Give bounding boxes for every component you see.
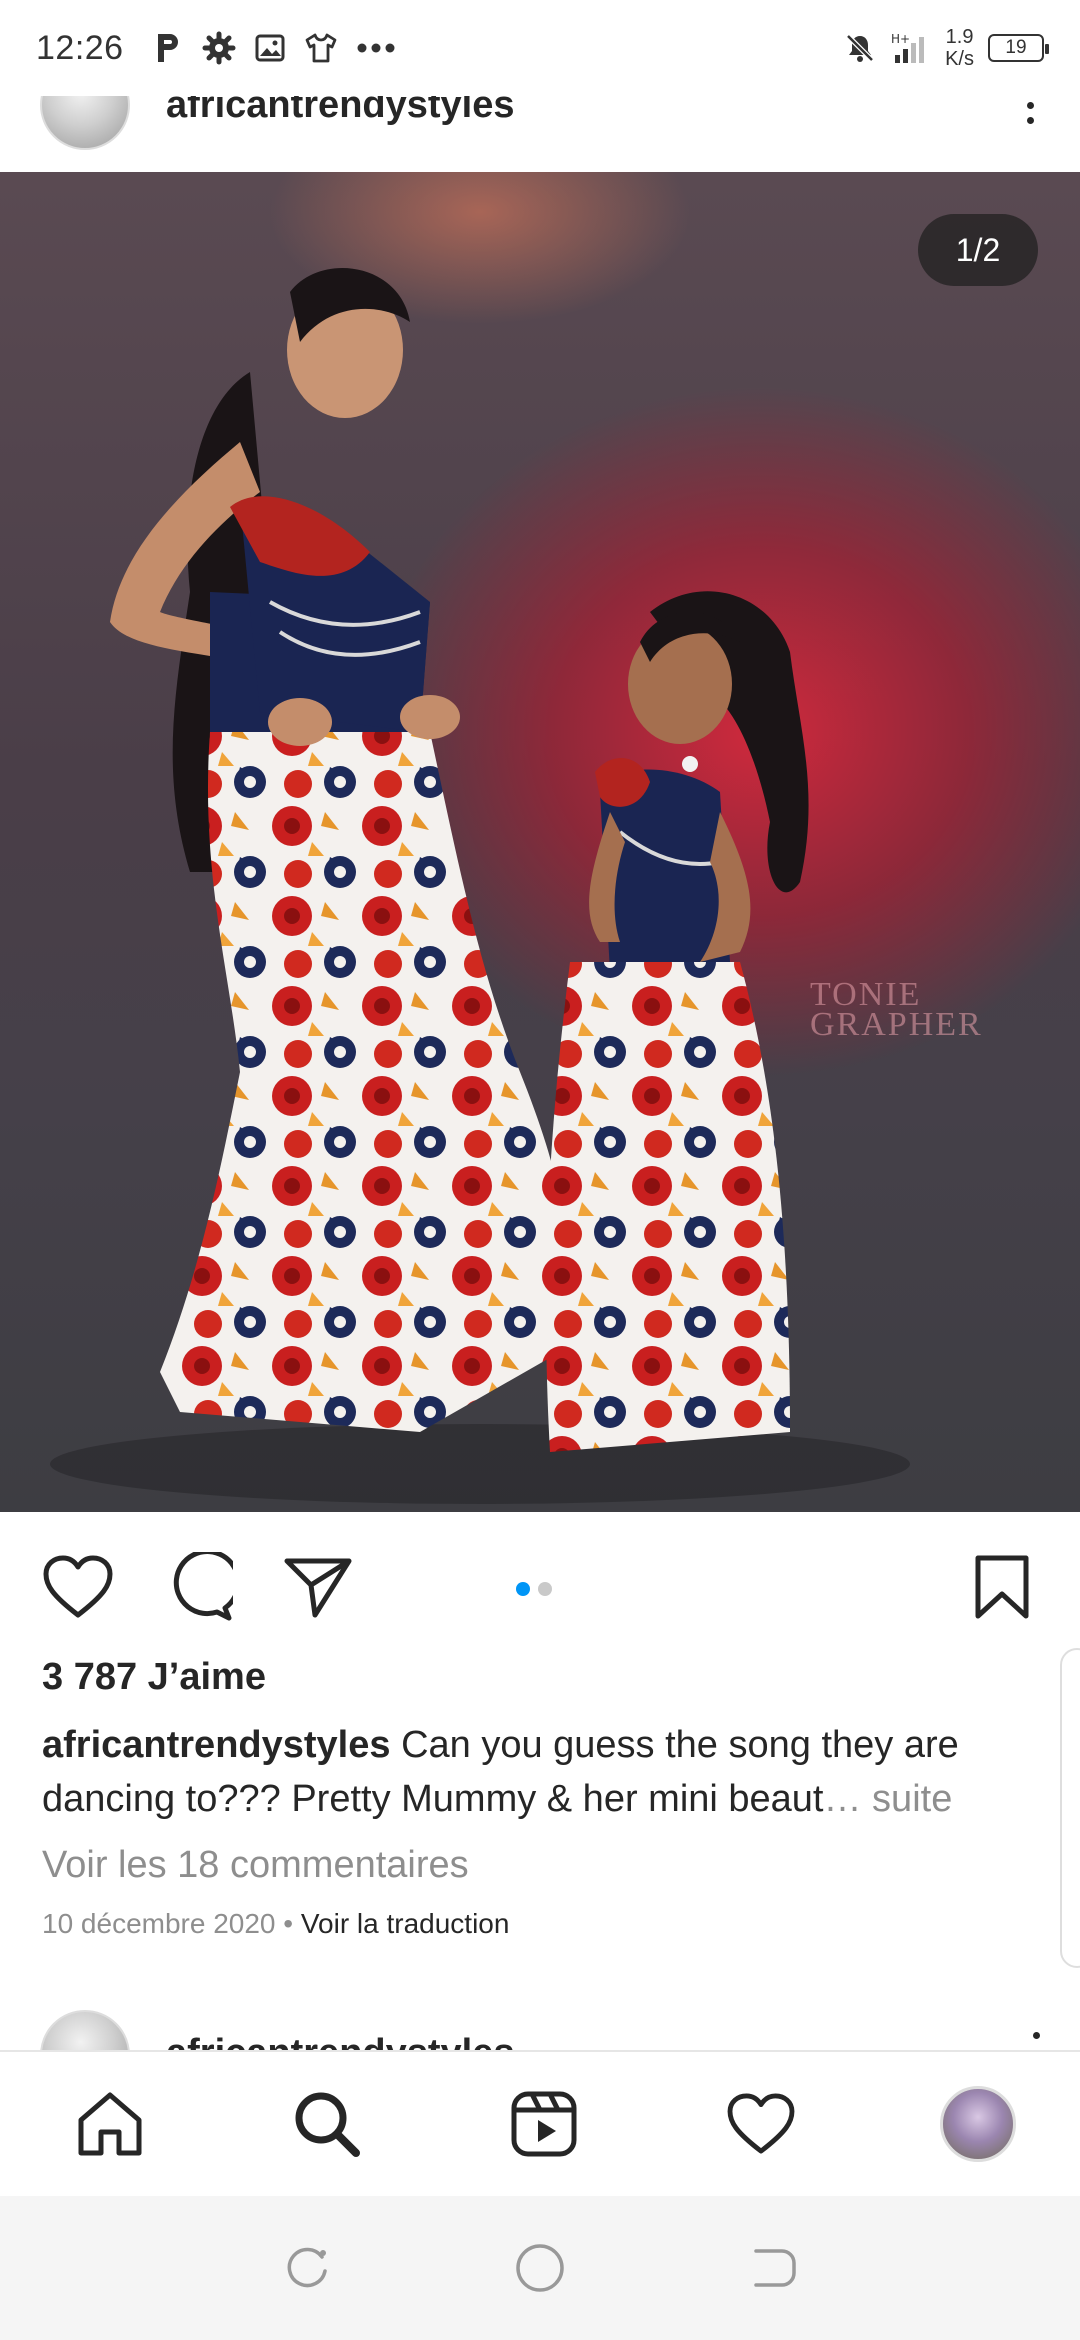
battery-indicator: 19	[988, 34, 1049, 62]
network-speed-value: 1.9	[945, 26, 974, 48]
gallery-icon	[255, 34, 285, 62]
next-post-header: africantrendystyles	[0, 2010, 1080, 2050]
nav-profile[interactable]	[938, 2084, 1018, 2164]
post-caption: africantrendystyles Can you guess the so…	[42, 1718, 1042, 1826]
gear-icon	[202, 31, 236, 65]
network-speed-unit: K/s	[945, 48, 974, 70]
back-icon	[754, 2249, 797, 2287]
more-horizontal-icon	[357, 43, 395, 53]
send-icon	[284, 1558, 352, 1618]
post-actions	[0, 1512, 1080, 1662]
carousel-dot-active	[516, 1582, 530, 1596]
comment-button[interactable]	[160, 1549, 236, 1625]
signal-icon: H+	[891, 32, 925, 63]
search-icon	[295, 2092, 360, 2157]
status-time: 12:26	[36, 28, 124, 67]
post-photo-illustration	[50, 268, 910, 1504]
caption-more-link[interactable]: … suite	[824, 1778, 953, 1820]
svg-text:H+: H+	[891, 32, 910, 46]
nav-search[interactable]	[287, 2084, 367, 2164]
image-counter: 1/2	[918, 214, 1038, 286]
home-icon	[78, 2092, 142, 2156]
home-system-button[interactable]	[510, 2238, 570, 2298]
photographer-watermark: TONIE GRAPHER	[810, 978, 983, 1043]
comment-icon	[173, 1552, 233, 1621]
network-speed: 1.9 K/s	[945, 26, 974, 70]
recent-apps-icon	[287, 2247, 327, 2288]
post-image[interactable]: 1/2 TONIE GRAPHER	[0, 172, 1080, 1512]
like-button[interactable]	[40, 1549, 116, 1625]
heart-icon	[727, 2093, 795, 2154]
likes-count[interactable]: 3 787 J’aime	[42, 1656, 266, 1699]
back-system-button[interactable]	[743, 2238, 803, 2298]
recent-apps-button[interactable]	[277, 2238, 337, 2298]
view-comments-link[interactable]: Voir les 18 commentaires	[42, 1844, 469, 1887]
carousel-indicator	[516, 1582, 552, 1596]
share-button[interactable]	[280, 1549, 356, 1625]
caption-username[interactable]: africantrendystyles	[42, 1724, 391, 1766]
bell-muted-icon	[846, 34, 874, 62]
system-navigation	[0, 2196, 1080, 2340]
next-author-avatar[interactable]	[40, 2010, 130, 2050]
home-circle-icon	[516, 2244, 564, 2292]
shirt-icon	[305, 33, 336, 63]
side-panel-handle[interactable]	[1060, 1648, 1080, 1968]
bookmark-icon	[975, 1555, 1029, 1619]
meta-separator: •	[283, 1908, 294, 1939]
heart-icon	[43, 1555, 113, 1618]
watermark-line-2: GRAPHER	[810, 1006, 983, 1043]
profile-avatar	[940, 2086, 1016, 2162]
status-notification-icons	[154, 31, 396, 65]
bottom-navigation	[0, 2050, 1080, 2196]
next-post-options-icon[interactable]	[1033, 2032, 1040, 2039]
nav-home[interactable]	[70, 2084, 150, 2164]
post-date: 10 décembre 2020	[42, 1908, 276, 1939]
carousel-dot	[538, 1582, 552, 1596]
reels-icon	[511, 2091, 577, 2157]
status-bar: 12:26 H+ 1.9 K/s 19	[0, 0, 1080, 96]
post-meta: 10 décembre 2020 • Voir la traduction	[42, 1908, 509, 1940]
next-author-name[interactable]: africantrendystyles	[166, 2032, 515, 2050]
nav-reels[interactable]	[504, 2084, 584, 2164]
save-button[interactable]	[964, 1549, 1040, 1625]
nav-activity[interactable]	[721, 2084, 801, 2164]
translate-link[interactable]: Voir la traduction	[301, 1908, 510, 1939]
p-icon	[157, 34, 178, 62]
